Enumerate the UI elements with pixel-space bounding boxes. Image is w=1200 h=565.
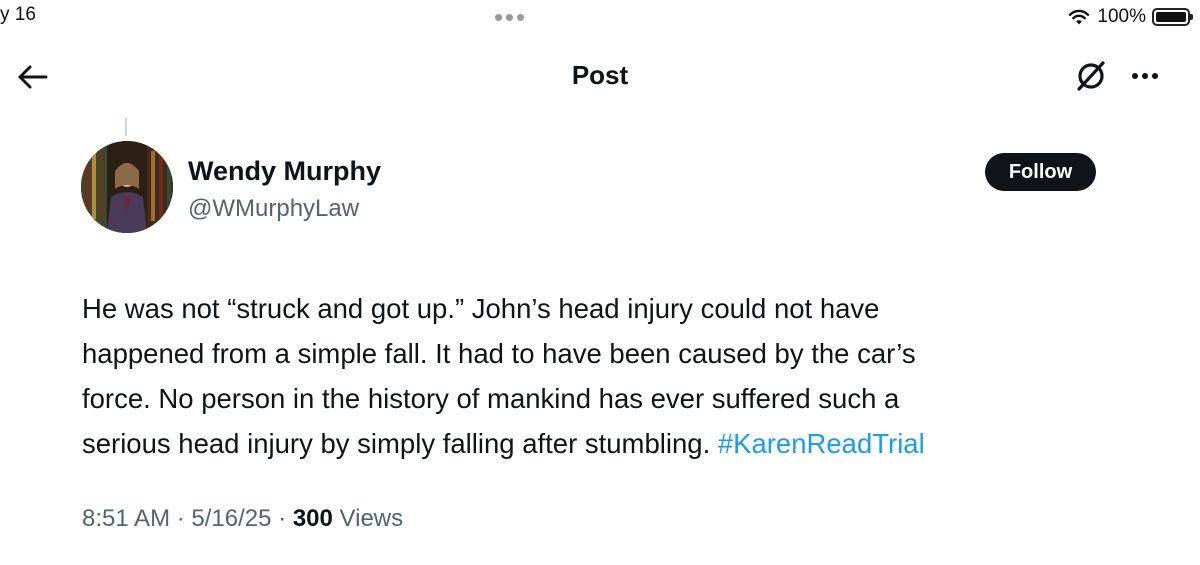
thread-connector-line: [125, 118, 127, 136]
meta-separator: ·: [176, 505, 185, 532]
status-bar: y 16 100%: [0, 0, 1200, 36]
meta-separator: ·: [278, 505, 287, 532]
more-icon: [1132, 73, 1158, 79]
page-title: Post: [571, 60, 629, 90]
avatar[interactable]: [81, 141, 173, 233]
views-count[interactable]: 300: [293, 505, 333, 532]
post-text-line: happened from a simple fall. It had to h…: [82, 338, 916, 369]
battery-percent: 100%: [1097, 6, 1146, 27]
post-text-segment: serious head injury by simply falling af…: [82, 428, 718, 459]
grok-icon: [1077, 61, 1105, 91]
post-date[interactable]: 5/16/25: [191, 505, 271, 532]
views-label[interactable]: Views: [340, 505, 404, 532]
follow-button[interactable]: Follow: [985, 153, 1096, 191]
more-options-button[interactable]: [1127, 64, 1163, 88]
post-text-line: force. No person in the history of manki…: [82, 383, 900, 414]
multitasking-dots-icon[interactable]: [495, 14, 524, 21]
post-time[interactable]: 8:51 AM: [82, 505, 170, 532]
wifi-icon: [1069, 9, 1090, 25]
status-right: 100%: [1067, 6, 1193, 28]
author-name[interactable]: Wendy Murphy: [188, 156, 381, 187]
post-text-line-last: serious head injury by simply falling af…: [82, 421, 1182, 466]
avatar-image: [81, 141, 173, 233]
post-meta: 8:51 AM · 5/16/25 · 300 Views: [82, 505, 403, 533]
status-time: y 16: [0, 4, 36, 25]
nav-header: Post: [0, 50, 1200, 102]
hashtag-link[interactable]: #KarenReadTrial: [718, 428, 925, 459]
post-body: He was not “struck and got up.” John’s h…: [82, 286, 1182, 466]
battery-icon: [1152, 8, 1193, 26]
grok-button[interactable]: [1073, 58, 1109, 94]
author-handle[interactable]: @WMurphyLaw: [188, 195, 359, 223]
post-text-line: He was not “struck and got up.” John’s h…: [82, 293, 880, 324]
